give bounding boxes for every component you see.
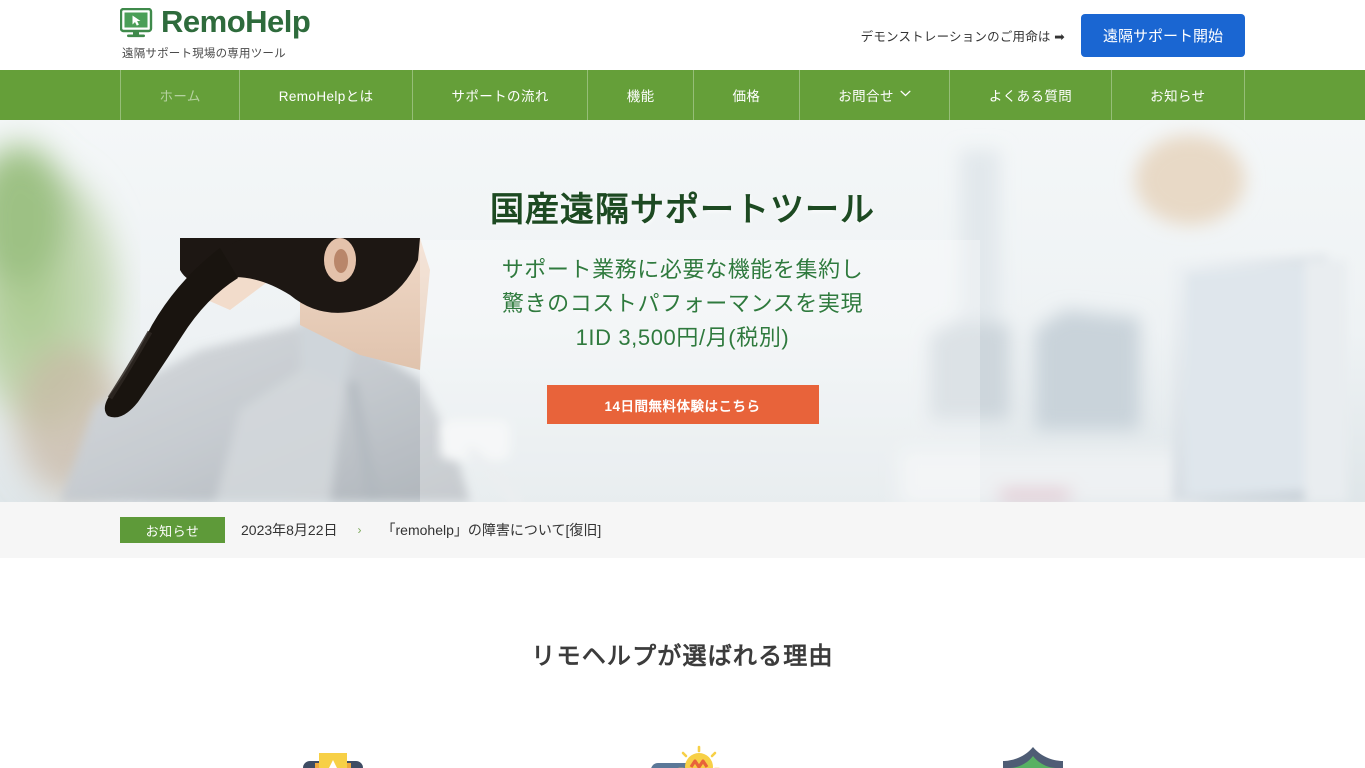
hero-subtitle: サポート業務に必要な機能を集約し 驚きのコストパフォーマンスを実現 1ID 3,… <box>502 253 864 355</box>
nav-item-home[interactable]: ホーム <box>120 70 239 120</box>
lightbulb-idea-icon <box>643 739 723 768</box>
page-root: RemoHelp 遠隔サポート現場の専用ツール デモンストレーションのご用命は … <box>0 0 1365 768</box>
hero-subtitle-line-1: サポート業務に必要な機能を集約し <box>501 257 864 282</box>
trophy-award-icon <box>293 739 373 768</box>
nav-label: よくある質問 <box>988 89 1073 104</box>
hero-section: 国産遠隔サポートツール サポート業務に必要な機能を集約し 驚きのコストパフォーマ… <box>0 120 1365 502</box>
nav-item-contact[interactable]: お問合せ <box>798 70 950 120</box>
shield-check-icon <box>993 739 1073 768</box>
news-inner: お知らせ 2023年8月22日 › 「remohelp」の障害について[復旧] <box>120 517 1245 543</box>
header-actions: デモンストレーションのご用命は ➡ 遠隔サポート開始 <box>861 0 1245 70</box>
brand-tagline: 遠隔サポート現場の専用ツール <box>122 48 286 60</box>
news-date: 2023年8月22日 <box>241 522 338 538</box>
nav-label: 機能 <box>626 89 655 104</box>
demo-request-text: デモンストレーションのご用命は ➡ <box>860 29 1065 44</box>
news-badge[interactable]: お知らせ <box>120 517 225 543</box>
chevron-down-icon <box>900 90 911 100</box>
nav-label: サポートの流れ <box>451 89 549 104</box>
nav-item-news[interactable]: お知らせ <box>1110 70 1245 120</box>
brand-row: RemoHelp <box>119 4 311 40</box>
free-trial-button[interactable]: 14日間無料体験はこちら <box>546 385 819 425</box>
nav-item-features[interactable]: 機能 <box>587 70 693 120</box>
nav-label: ホーム <box>159 89 201 104</box>
nav-item-pricing[interactable]: 価格 <box>693 70 799 120</box>
nav-inner: ホーム RemoHelpとは サポートの流れ 機能 価格 お問合せ よくある質問… <box>120 70 1245 120</box>
nav-item-support-flow[interactable]: サポートの流れ <box>411 70 587 120</box>
news-headline-link[interactable]: 「remohelp」の障害について[復旧] <box>382 520 602 540</box>
nav-label: 価格 <box>732 89 761 104</box>
hero-content: 国産遠隔サポートツール サポート業務に必要な機能を集約し 驚きのコストパフォーマ… <box>0 120 1365 502</box>
reasons-icon-row <box>0 739 1365 768</box>
hero-subtitle-line-3: 1ID 3,500円/月(税別) <box>575 325 790 351</box>
reasons-section: リモヘルプが選ばれる理由 <box>0 558 1365 768</box>
nav-label: お問合せ <box>838 89 894 104</box>
start-remote-support-button[interactable]: 遠隔サポート開始 <box>1080 13 1245 57</box>
nav-label: お知らせ <box>1150 89 1206 104</box>
brand-name: RemoHelp <box>161 4 311 39</box>
hero-title: 国産遠隔サポートツール <box>490 191 875 229</box>
nav-label: RemoHelpとは <box>278 89 374 104</box>
brand-block[interactable]: RemoHelp 遠隔サポート現場の専用ツール <box>119 4 311 61</box>
hero-subtitle-line-2: 驚きのコストパフォーマンスを実現 <box>501 291 864 317</box>
reasons-heading: リモヘルプが選ばれる理由 <box>531 643 834 670</box>
main-navigation: ホーム RemoHelpとは サポートの流れ 機能 価格 お問合せ よくある質問… <box>0 70 1365 120</box>
site-header: RemoHelp 遠隔サポート現場の専用ツール デモンストレーションのご用命は … <box>0 0 1365 70</box>
news-bar: お知らせ 2023年8月22日 › 「remohelp」の障害について[復旧] <box>0 502 1365 558</box>
nav-item-faq[interactable]: よくある質問 <box>949 70 1110 120</box>
nav-item-about[interactable]: RemoHelpとは <box>239 70 412 120</box>
news-separator-icon: › <box>357 523 362 537</box>
monitor-cursor-icon <box>119 7 154 39</box>
